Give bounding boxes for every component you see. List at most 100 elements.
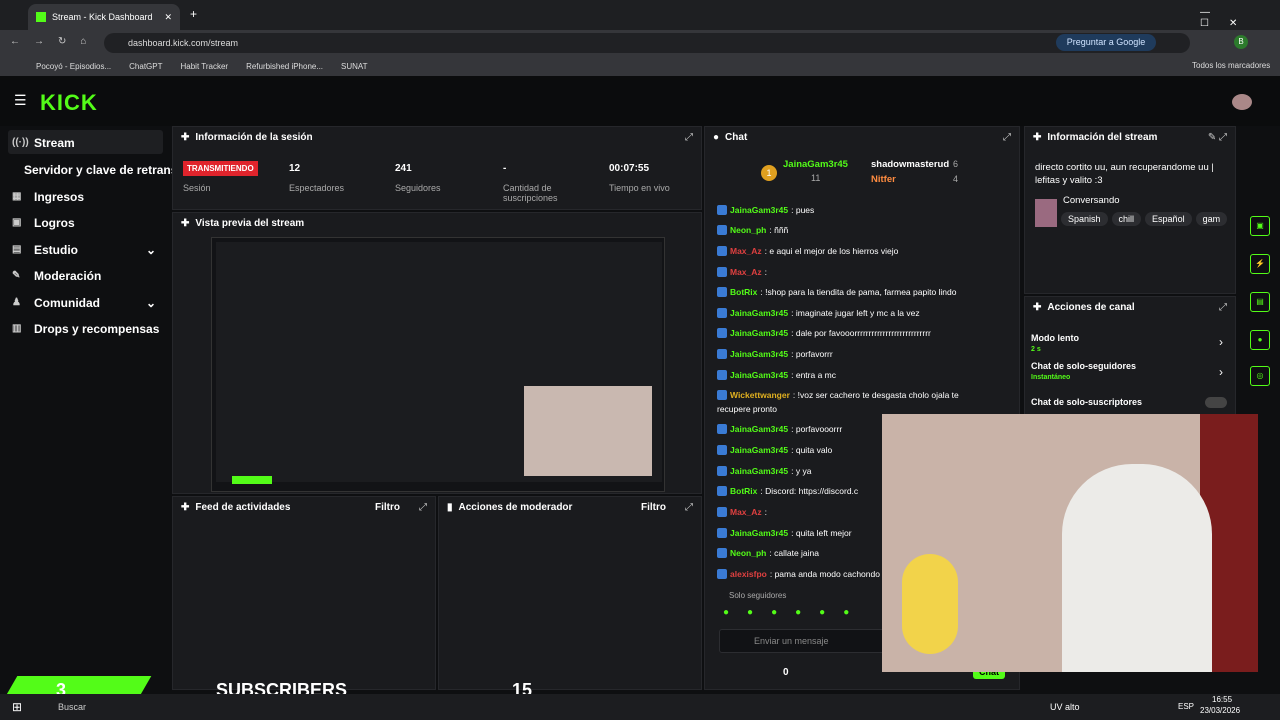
subs-only-toggle[interactable] (1205, 397, 1227, 408)
chat-text: : (764, 507, 768, 517)
chat-message[interactable]: JainaGam3r45: entra a mc (717, 370, 836, 380)
sidebar-item-ingresos[interactable]: ▦ Ingresos (12, 190, 84, 204)
expand-icon[interactable]: ⤢ (1003, 132, 1011, 143)
clock-time[interactable]: 16:55 (1212, 695, 1232, 704)
chat-username[interactable]: JainaGam3r45 (730, 370, 788, 380)
chat-username[interactable]: Max_Az (730, 507, 762, 517)
stat-label: Tiempo en vivo (609, 183, 670, 193)
chat-message[interactable]: Neon_ph: ñññ (717, 225, 788, 235)
taskbar-search[interactable]: Buscar (58, 702, 86, 712)
browser-tab[interactable]: Stream - Kick Dashboard ✕ (28, 4, 180, 30)
chat-username[interactable]: BotRix (730, 486, 757, 496)
profile-avatar[interactable]: B (1234, 35, 1248, 49)
all-bookmarks[interactable]: Todos los marcadores (1192, 61, 1270, 70)
url-field[interactable]: dashboard.kick.com/stream (104, 33, 1190, 53)
tool-button[interactable]: ◎ (1250, 366, 1270, 386)
expand-icon[interactable]: ⤢ (685, 502, 693, 513)
chat-username[interactable]: JainaGam3r45 (730, 328, 788, 338)
chat-message[interactable]: JainaGam3r45: quita left mejor (717, 528, 852, 538)
bookmark-item[interactable]: ChatGPT (129, 62, 162, 71)
chat-message[interactable]: Wickettwanger: !voz ser cachero te desga… (717, 390, 959, 400)
chat-username[interactable]: Max_Az (730, 246, 762, 256)
chat-message[interactable]: BotRix: !shop para la tiendita de pama, … (717, 287, 957, 297)
slow-mode-row[interactable]: Modo lento 2 s (1031, 333, 1079, 353)
filter-button[interactable]: Filtro (375, 502, 400, 513)
chat-message[interactable]: JainaGam3r45: y ya (717, 466, 811, 476)
chat-message[interactable]: JainaGam3r45: imaginate jugar left y mc … (717, 308, 920, 318)
tool-button[interactable]: ▤ (1250, 292, 1270, 312)
bookmark-item[interactable]: SUNAT (341, 62, 368, 71)
windows-start-icon[interactable]: ⊞ (12, 700, 22, 714)
nav-buttons-icon[interactable]: ←→↻⌂ (10, 36, 100, 47)
bookmark-item[interactable]: Pocoyó - Episodios... (36, 62, 111, 71)
bookmark-item[interactable]: Refurbished iPhone... (246, 62, 323, 71)
sidebar-item-estudio[interactable]: ▤ Estudio ⌄ (12, 243, 156, 257)
sidebar-item-label: Ingresos (34, 190, 85, 204)
emote-row[interactable]: ●●●●●● (723, 607, 883, 619)
chat-message[interactable]: JainaGam3r45: porfavooorrr (717, 424, 842, 434)
expand-icon[interactable]: ⤢ (419, 502, 427, 513)
chat-username[interactable]: JainaGam3r45 (730, 424, 788, 434)
badge-icon (717, 267, 727, 277)
chat-username[interactable]: Neon_ph (730, 548, 766, 558)
tag: Spanish (1061, 212, 1108, 226)
chat-message[interactable]: Max_Az: (717, 267, 767, 277)
chat-username[interactable]: JainaGam3r45 (730, 445, 788, 455)
chat-text: : Discord: https://discord.c (760, 486, 859, 496)
trophy-icon: ▣ (12, 217, 22, 228)
expand-icon[interactable]: ⤢ (685, 132, 693, 143)
chat-message[interactable]: Max_Az: e aqui el mejor de los hierros v… (717, 246, 898, 256)
chat-message[interactable]: BotRix: Discord: https://discord.c (717, 486, 858, 496)
chat-message[interactable]: Max_Az: (717, 507, 767, 517)
clock-date[interactable]: 23/03/2026 (1200, 706, 1240, 715)
chat-username[interactable]: JainaGam3r45 (730, 205, 788, 215)
followers-only-row[interactable]: Chat de solo-seguidores Instantáneo (1031, 361, 1136, 381)
menu-icon[interactable]: ☰ (14, 92, 27, 109)
chat-username[interactable]: Max_Az (730, 267, 762, 277)
ask-google-button[interactable]: Preguntar a Google (1056, 34, 1156, 51)
tool-button[interactable]: ▣ (1250, 216, 1270, 236)
new-tab-icon[interactable]: + (190, 7, 197, 21)
filter-button[interactable]: Filtro (641, 502, 666, 513)
edit-expand-icon[interactable]: ✎ ⤢ (1208, 132, 1227, 143)
preview-webcam (524, 386, 652, 476)
chat-message[interactable]: JainaGam3r45: pues (717, 205, 814, 215)
chat-message[interactable]: JainaGam3r45: porfavorrr (717, 349, 833, 359)
lang-indicator[interactable]: ESP (1178, 702, 1194, 711)
stat-label: Seguidores (395, 183, 441, 193)
sidebar-item-stream[interactable]: ((·)) Stream (12, 136, 75, 150)
chat-username[interactable]: JainaGam3r45 (730, 528, 788, 538)
tool-button[interactable]: ● (1250, 330, 1270, 350)
kick-logo[interactable]: KICK (40, 90, 98, 116)
bookmarks-bar: Pocoyó - Episodios... ChatGPT Habit Trac… (0, 56, 1280, 76)
subs-only-row[interactable]: Chat de solo-suscriptores (1031, 397, 1142, 407)
chat-message[interactable]: JainaGam3r45: quita valo (717, 445, 832, 455)
chat-text: : porfavorrr (791, 349, 833, 359)
chat-message[interactable]: JainaGam3r45: dale por favooorrrrrrrrrrr… (717, 328, 931, 338)
close-tab-icon[interactable]: ✕ (164, 12, 172, 23)
sidebar-item-logros[interactable]: ▣ Logros (12, 216, 75, 230)
sidebar-item-server-key[interactable]: Servidor y clave de retransm (24, 163, 188, 177)
chat-username[interactable]: JainaGam3r45 (730, 466, 788, 476)
top-chatter-name: JainaGam3r45 (783, 159, 848, 170)
points-count: 0 (783, 667, 789, 678)
sidebar-item-moderacion[interactable]: ✎ Moderación (12, 269, 101, 283)
chat-message[interactable]: Neon_ph: callate jaina (717, 548, 819, 558)
chat-message[interactable]: alexisfpo: pama anda modo cachondo (717, 569, 880, 579)
badge-icon (717, 225, 727, 235)
sidebar-item-drops[interactable]: ▥ Drops y recompensas (12, 322, 159, 336)
sidebar-item-comunidad[interactable]: ♟ Comunidad ⌄ (12, 296, 156, 310)
chat-username[interactable]: alexisfpo (730, 569, 767, 579)
chat-username[interactable]: JainaGam3r45 (730, 308, 788, 318)
chat-username[interactable]: BotRix (730, 287, 757, 297)
window-controls[interactable]: —☐✕ (1200, 7, 1280, 29)
user-avatar[interactable] (1232, 94, 1252, 110)
tool-button[interactable]: ⚡ (1250, 254, 1270, 274)
chat-username[interactable]: Wickettwanger (730, 390, 790, 400)
expand-icon[interactable]: ⤢ (1219, 302, 1227, 313)
chat-text: : e aqui el mejor de los hierros viejo (764, 246, 899, 256)
bookmark-item[interactable]: Habit Tracker (181, 62, 229, 71)
stream-preview-video[interactable] (211, 237, 665, 492)
chat-username[interactable]: Neon_ph (730, 225, 766, 235)
chat-username[interactable]: JainaGam3r45 (730, 349, 788, 359)
